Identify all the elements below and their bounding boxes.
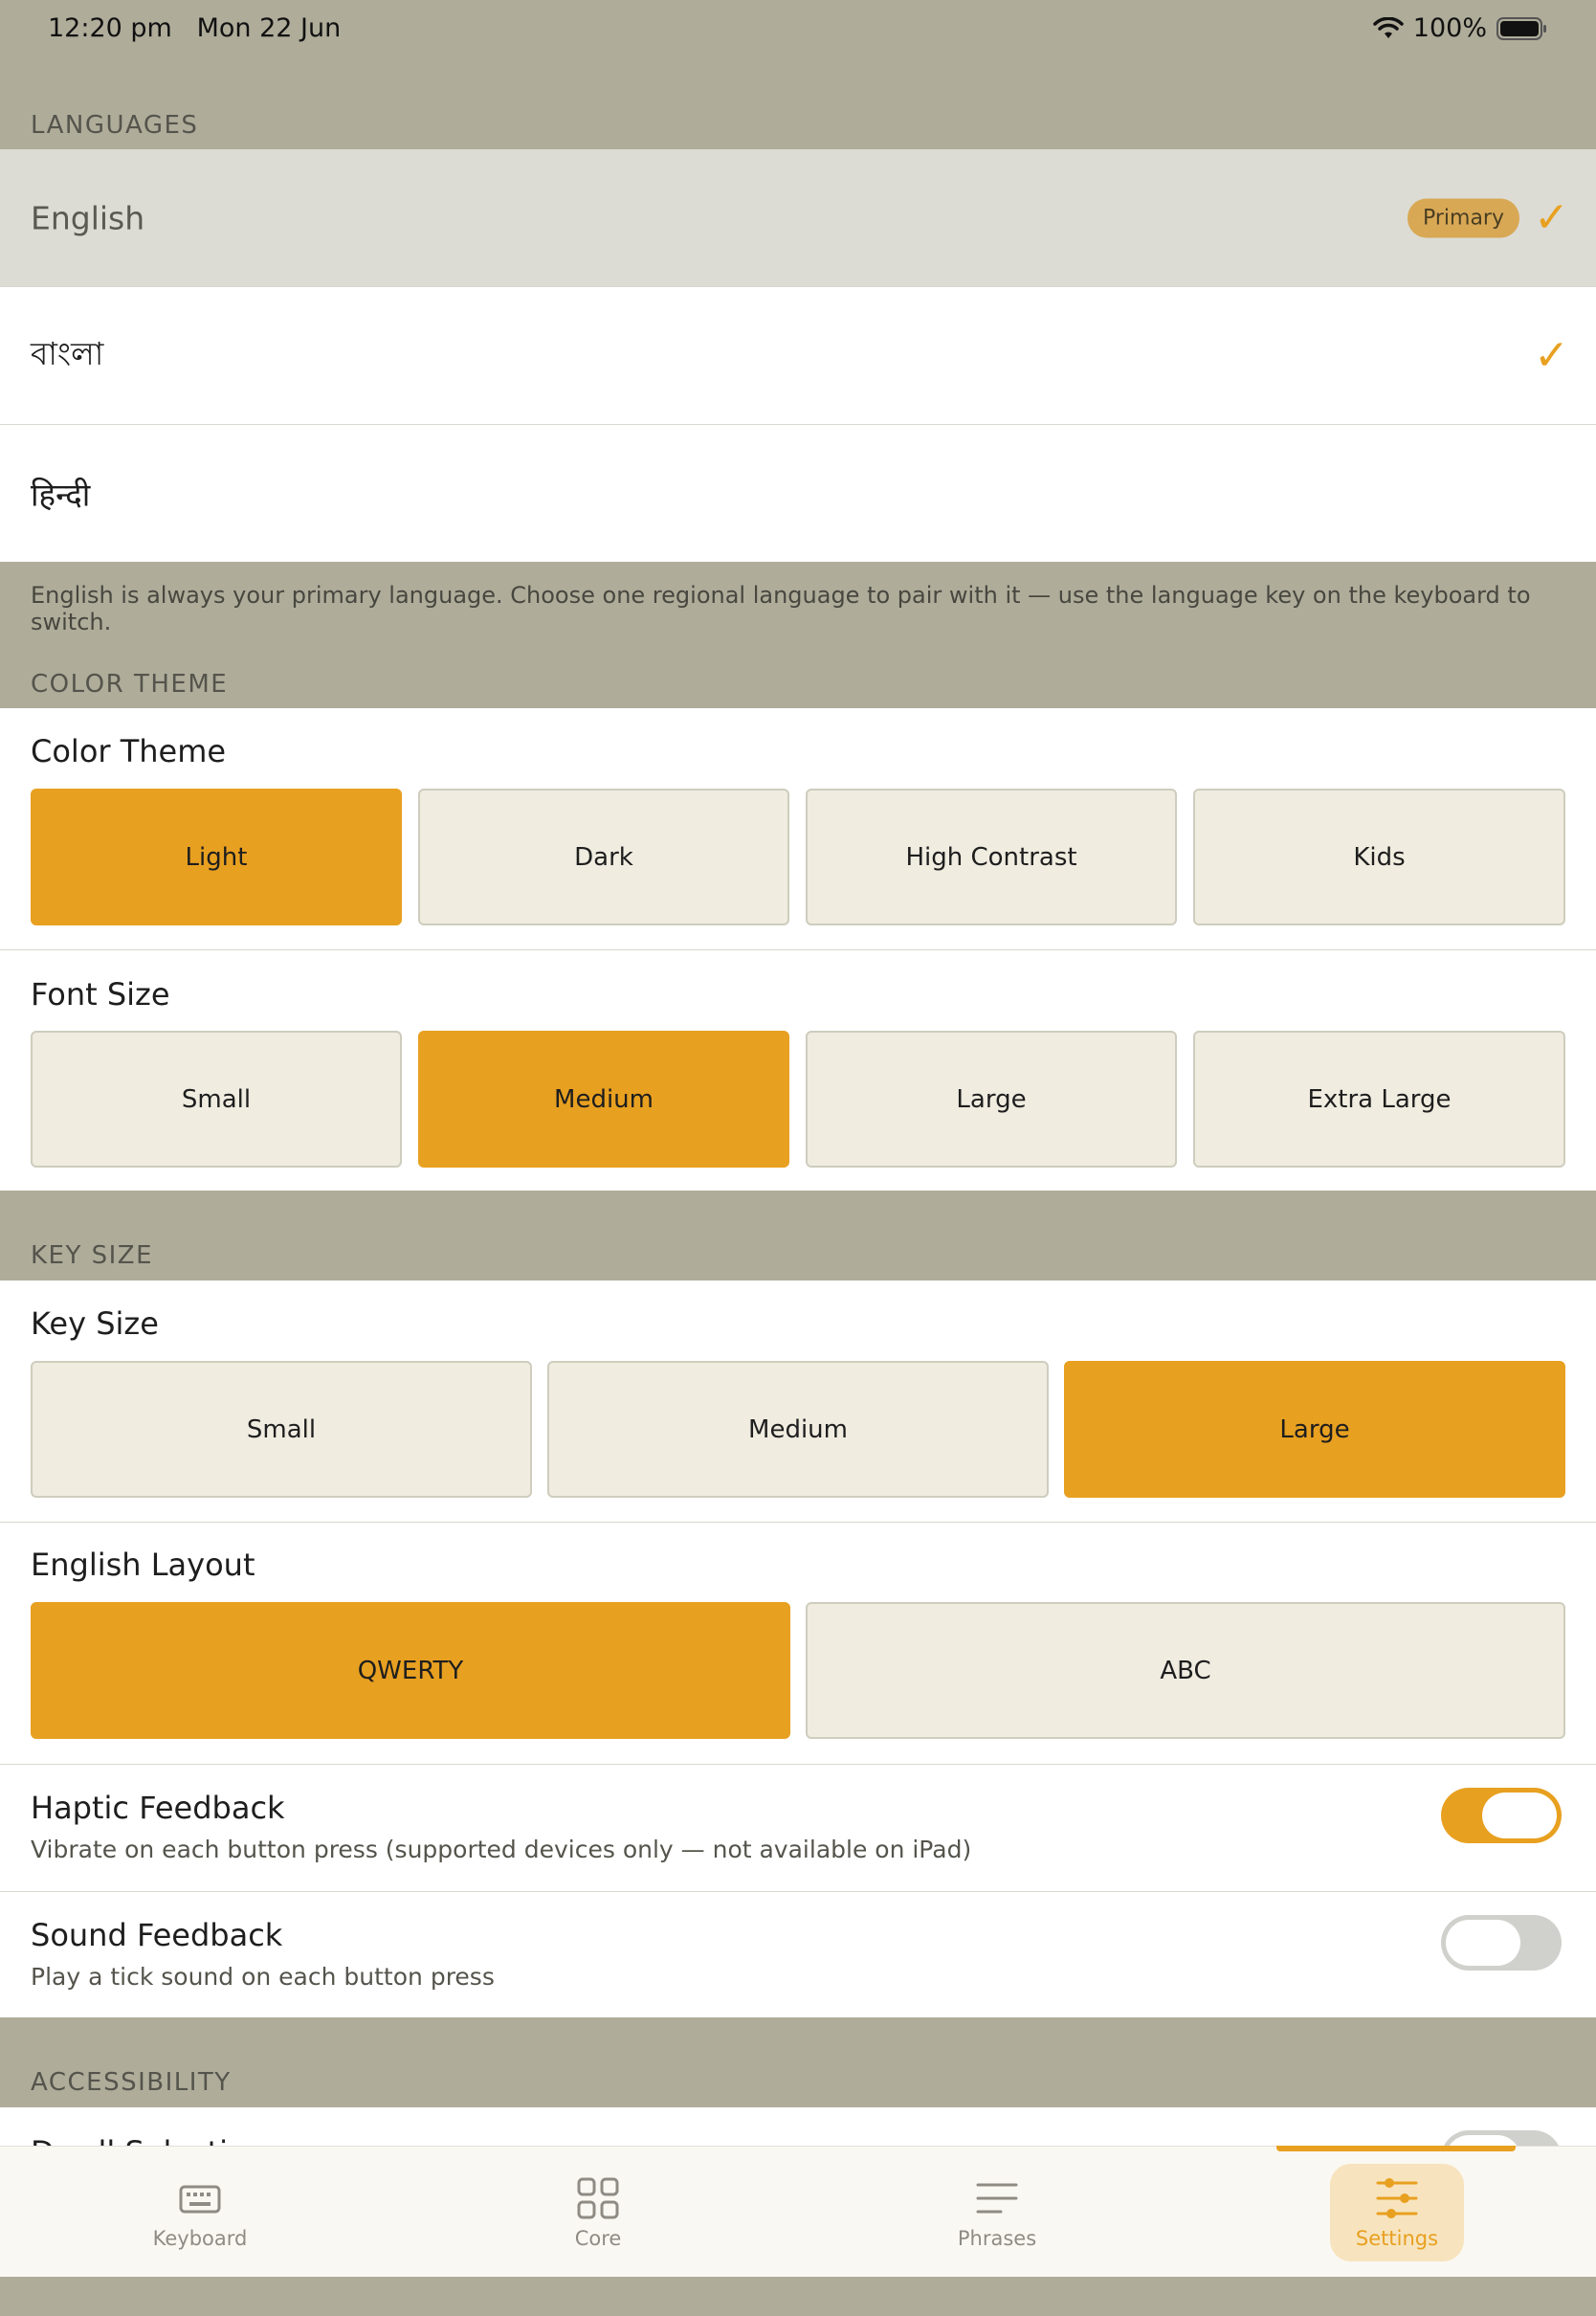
tab-label: Phrases [957, 2227, 1037, 2250]
accessibility-section-label: ACCESSIBILITY [31, 2068, 232, 2097]
keyboard-panel: Key Size Small Medium Large English Layo… [0, 1280, 1596, 2017]
status-indicators: 100% [1373, 13, 1548, 43]
theme-option-high-contrast[interactable]: High Contrast [806, 789, 1177, 925]
tab-core[interactable]: Core [531, 2164, 665, 2261]
key-size-option-large[interactable]: Large [1064, 1361, 1565, 1498]
wifi-icon [1373, 16, 1404, 38]
divider [0, 1764, 1596, 1765]
tab-label: Core [574, 2227, 622, 2250]
language-name: বাংলা [31, 334, 104, 372]
font-size-option-extra-large[interactable]: Extra Large [1193, 1031, 1565, 1168]
dwell-selection-title: Dwell Selection [31, 2134, 266, 2146]
accessibility-panel: Dwell Selection [0, 2107, 1596, 2146]
divider [0, 949, 1596, 950]
key-size-section-label: KEY SIZE [31, 1241, 154, 1270]
language-row-bangla[interactable]: বাংলা ✓ [0, 287, 1596, 424]
font-size-option-large[interactable]: Large [806, 1031, 1177, 1168]
language-row-hindi[interactable]: हिन्दी [0, 425, 1596, 562]
grid-icon [577, 2177, 619, 2219]
toggle-knob [1446, 1920, 1520, 1966]
languages-section-label: LANGUAGES [31, 111, 199, 140]
home-indicator-area [0, 2277, 1596, 2316]
tab-bar: Keyboard Core Phrases Settings [0, 2146, 1596, 2277]
divider [0, 1891, 1596, 1892]
tab-label: Settings [1355, 2227, 1439, 2250]
checkmark-icon: ✓ [1534, 192, 1569, 242]
key-size-title: Key Size [31, 1305, 159, 1342]
tab-phrases[interactable]: Phrases [930, 2164, 1064, 2261]
checkmark-icon: ✓ [1534, 330, 1569, 380]
sound-feedback-toggle[interactable] [1441, 1915, 1562, 1971]
language-name: English [31, 199, 145, 236]
font-size-title: Font Size [31, 976, 170, 1013]
layout-option-abc[interactable]: ABC [806, 1602, 1565, 1739]
color-theme-section-label: COLOR THEME [31, 670, 229, 699]
scroll-accent [1276, 2146, 1516, 2151]
appearance-panel: Color Theme Light Dark High Contrast Kid… [0, 708, 1596, 1191]
sound-feedback-title: Sound Feedback [31, 1917, 283, 1953]
dwell-selection-toggle[interactable] [1441, 2130, 1562, 2146]
tab-label: Keyboard [152, 2227, 248, 2250]
status-time-text: 12:20 pm [48, 13, 172, 43]
primary-badge: Primary [1407, 198, 1519, 237]
status-date-text: Mon 22 Jun [196, 13, 342, 43]
language-row-english[interactable]: English Primary ✓ [0, 149, 1596, 286]
battery-percent: 100% [1412, 13, 1487, 43]
status-time: 12:20 pm Mon 22 Jun [48, 13, 341, 43]
key-size-option-medium[interactable]: Medium [547, 1361, 1049, 1498]
keyboard-icon [179, 2185, 221, 2214]
font-size-option-small[interactable]: Small [31, 1031, 402, 1168]
haptic-feedback-title: Haptic Feedback [31, 1790, 285, 1826]
toggle-knob [1482, 1793, 1557, 1838]
language-name: हिन्दी [31, 476, 91, 513]
theme-option-kids[interactable]: Kids [1193, 789, 1565, 925]
haptic-feedback-toggle[interactable] [1441, 1788, 1562, 1843]
haptic-feedback-description: Vibrate on each button press (supported … [31, 1836, 972, 1863]
status-bar: 12:20 pm Mon 22 Jun 100% [0, 0, 1596, 61]
layout-option-qwerty[interactable]: QWERTY [31, 1602, 790, 1739]
tab-settings[interactable]: Settings [1330, 2164, 1464, 2261]
tab-keyboard[interactable]: Keyboard [133, 2164, 267, 2261]
font-size-option-medium[interactable]: Medium [418, 1031, 789, 1168]
language-note: English is always your primary language.… [31, 582, 1531, 635]
divider [0, 1522, 1596, 1523]
list-icon [976, 2183, 1018, 2214]
theme-option-light[interactable]: Light [31, 789, 402, 925]
battery-icon [1496, 16, 1546, 40]
key-size-option-small[interactable]: Small [31, 1361, 532, 1498]
toggle-knob [1446, 2135, 1520, 2146]
sliders-icon [1376, 2178, 1418, 2218]
english-layout-title: English Layout [31, 1547, 255, 1583]
color-theme-title: Color Theme [31, 733, 227, 769]
sound-feedback-description: Play a tick sound on each button press [31, 1963, 495, 1991]
theme-option-dark[interactable]: Dark [418, 789, 789, 925]
